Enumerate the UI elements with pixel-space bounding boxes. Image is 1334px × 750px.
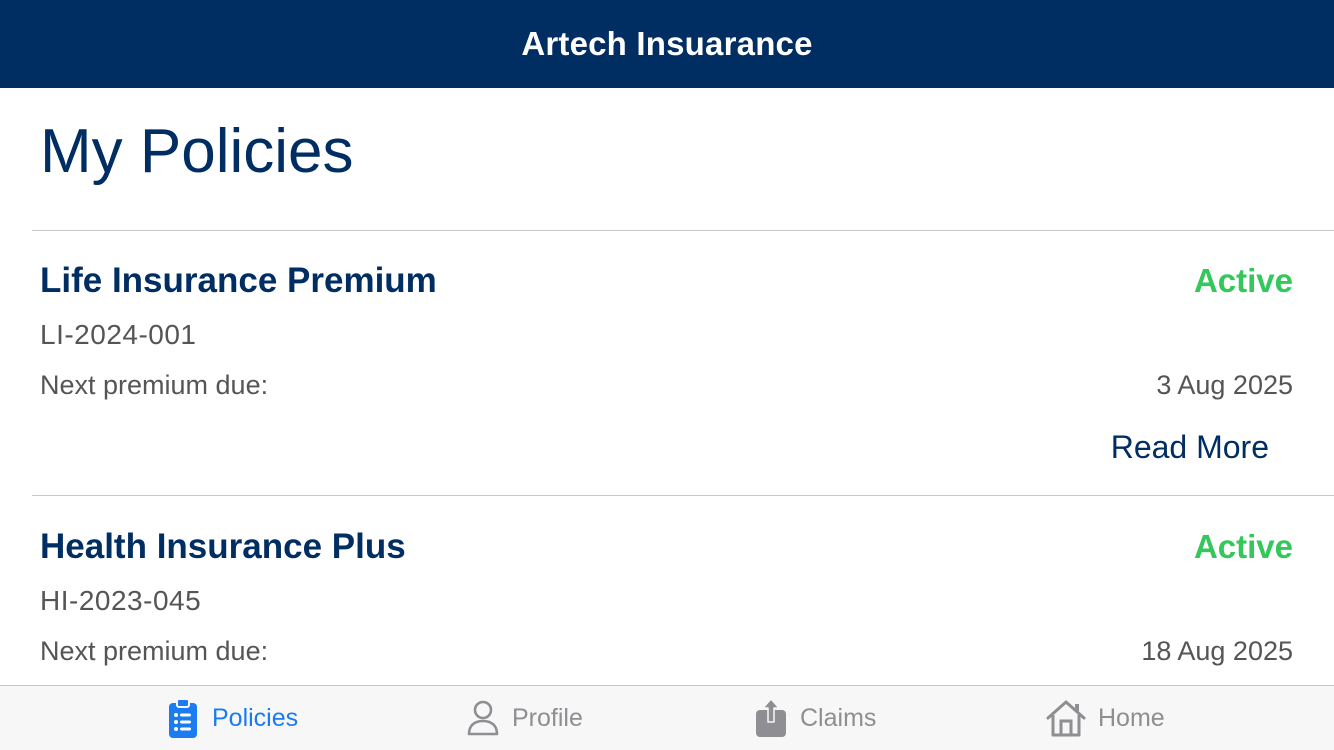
- read-more-button[interactable]: Read More: [1111, 429, 1269, 466]
- house-icon: [1046, 698, 1086, 738]
- status-badge: Active: [1193, 528, 1293, 565]
- tab-policies[interactable]: Policies: [166, 686, 298, 750]
- policy-card-health-insurance[interactable]: Health Insurance Plus Active HI-2023-045…: [0, 496, 1334, 685]
- policy-number: LI-2024-001: [40, 319, 197, 350]
- next-premium-date: 18 Aug 2025: [1141, 636, 1293, 666]
- share-upload-icon: [754, 698, 788, 738]
- next-premium-date: 3 Aug 2025: [1156, 370, 1293, 400]
- policy-card-life-insurance[interactable]: Life Insurance Premium Active LI-2024-00…: [0, 231, 1334, 495]
- tab-claims[interactable]: Claims: [754, 686, 876, 750]
- tab-label: Claims: [800, 703, 877, 732]
- policy-name: Life Insurance Premium: [40, 261, 437, 300]
- tab-label: Home: [1098, 703, 1165, 732]
- next-premium-label: Next premium due:: [40, 370, 269, 400]
- tab-label: Policies: [212, 703, 299, 732]
- policy-number: HI-2023-045: [40, 585, 202, 616]
- app-title: Artech Insuarance: [521, 25, 813, 62]
- status-badge: Active: [1193, 262, 1293, 299]
- tab-home[interactable]: Home: [1046, 686, 1165, 750]
- policies-list-view[interactable]: My Policies Life Insurance Premium Activ…: [0, 88, 1334, 685]
- tab-profile[interactable]: Profile: [466, 686, 583, 750]
- next-premium-label: Next premium due:: [40, 636, 269, 666]
- tab-bar: Policies Profile Claims Home: [0, 685, 1334, 750]
- app-screen: Artech Insuarance My Policies Life Insur…: [0, 0, 1334, 750]
- tab-label: Profile: [512, 703, 583, 732]
- page-title: My Policies: [40, 117, 354, 186]
- policy-name: Health Insurance Plus: [40, 527, 406, 566]
- navigation-bar: Artech Insuarance: [0, 0, 1334, 88]
- person-icon: [466, 698, 500, 738]
- clipboard-list-icon: [166, 698, 200, 738]
